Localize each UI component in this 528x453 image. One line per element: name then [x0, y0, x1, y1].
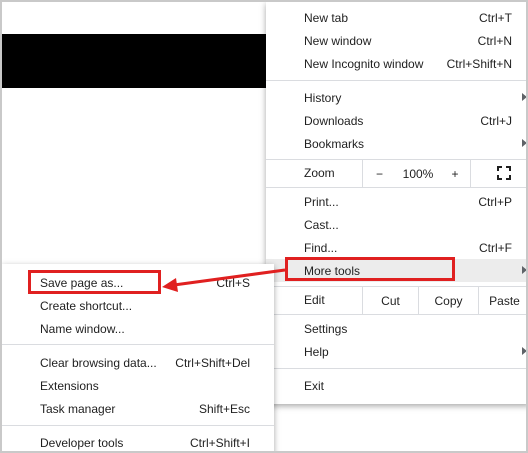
copy-button[interactable]: Copy — [418, 287, 478, 314]
copy-label: Copy — [434, 293, 463, 308]
menu-item-label: Exit — [304, 378, 325, 393]
menu-separator — [266, 187, 526, 188]
menu-item-label: New Incognito window — [304, 56, 424, 71]
fullscreen-icon — [497, 166, 511, 180]
cut-label: Cut — [381, 293, 400, 308]
screenshot-frame: New tab Ctrl+T New window Ctrl+N New Inc… — [0, 0, 528, 453]
menu-item-shortcut: Ctrl+P — [478, 194, 512, 209]
menu-item-new-tab[interactable]: New tab Ctrl+T — [266, 6, 526, 29]
chevron-right-icon — [522, 139, 526, 147]
menu-item-label: Settings — [304, 321, 348, 336]
submenu-item-developer-tools[interactable]: Developer tools Ctrl+Shift+I — [2, 431, 274, 451]
menu-separator — [266, 368, 526, 369]
menu-item-find[interactable]: Find... Ctrl+F — [266, 236, 526, 259]
chevron-right-icon — [522, 266, 526, 274]
menu-item-label: Help — [304, 344, 329, 359]
chrome-main-menu: New tab Ctrl+T New window Ctrl+N New Inc… — [266, 2, 526, 404]
menu-item-label: Find... — [304, 240, 338, 255]
menu-item-label: New tab — [304, 10, 349, 25]
annotation-box-save-page-as — [28, 270, 161, 294]
zoom-level-value: 100% — [402, 166, 434, 181]
zoom-out-label: − — [375, 166, 383, 181]
menu-item-label: Print... — [304, 194, 339, 209]
paste-button[interactable]: Paste — [478, 287, 526, 314]
zoom-in-button[interactable]: + — [440, 160, 470, 187]
menu-item-bookmarks[interactable]: Bookmarks — [266, 132, 526, 155]
menu-item-label: Name window... — [40, 321, 125, 336]
menu-separator — [266, 80, 526, 81]
menu-item-shortcut: Ctrl+J — [480, 113, 512, 128]
edit-row: Edit Cut Copy Paste — [266, 287, 526, 314]
menu-separator — [2, 425, 274, 426]
submenu-item-clear-browsing-data[interactable]: Clear browsing data... Ctrl+Shift+Del — [2, 351, 274, 374]
menu-item-shortcut: Ctrl+Shift+I — [189, 435, 250, 450]
menu-item-shortcut: Shift+Esc — [198, 401, 250, 416]
menu-item-label: Task manager — [40, 401, 116, 416]
menu-item-shortcut: Ctrl+T — [479, 10, 512, 25]
menu-item-new-incognito-window[interactable]: New Incognito window Ctrl+Shift+N — [266, 52, 526, 75]
submenu-item-create-shortcut[interactable]: Create shortcut... — [2, 294, 274, 317]
menu-item-history[interactable]: History — [266, 86, 526, 109]
menu-separator — [2, 344, 274, 345]
menu-item-shortcut: Ctrl+N — [477, 33, 512, 48]
menu-item-shortcut: Ctrl+F — [479, 240, 512, 255]
menu-item-new-window[interactable]: New window Ctrl+N — [266, 29, 526, 52]
menu-item-shortcut: Ctrl+Shift+Del — [175, 355, 250, 370]
menu-item-exit[interactable]: Exit — [266, 374, 526, 397]
chevron-right-icon — [522, 347, 526, 355]
annotation-box-more-tools — [285, 257, 455, 281]
menu-item-print[interactable]: Print... Ctrl+P — [266, 190, 526, 213]
zoom-row: Zoom − 100% + — [266, 160, 526, 187]
edit-label: Edit — [304, 293, 325, 307]
menu-item-label: Bookmarks — [304, 136, 365, 151]
menu-item-help[interactable]: Help — [266, 340, 526, 363]
menu-item-label: History — [304, 90, 342, 105]
menu-item-label: Extensions — [40, 378, 99, 393]
menu-item-label: Cast... — [304, 217, 339, 232]
menu-item-label: Create shortcut... — [40, 298, 133, 313]
paste-label: Paste — [489, 293, 520, 308]
cut-button[interactable]: Cut — [362, 287, 418, 314]
menu-item-label: Downloads — [304, 113, 364, 128]
menu-item-shortcut: Ctrl+Shift+N — [446, 56, 512, 71]
menu-item-downloads[interactable]: Downloads Ctrl+J — [266, 109, 526, 132]
submenu-item-extensions[interactable]: Extensions — [2, 374, 274, 397]
submenu-item-task-manager[interactable]: Task manager Shift+Esc — [2, 397, 274, 420]
menu-item-shortcut: Ctrl+S — [216, 275, 250, 290]
submenu-item-name-window[interactable]: Name window... — [2, 317, 274, 340]
menu-item-label: New window — [304, 33, 372, 48]
zoom-level: 100% — [396, 160, 440, 187]
menu-item-label: Clear browsing data... — [40, 355, 157, 370]
menu-item-cast[interactable]: Cast... — [266, 213, 526, 236]
menu-item-label: Developer tools — [40, 435, 124, 450]
zoom-label: Zoom — [304, 166, 335, 180]
menu-separator — [266, 314, 526, 315]
menu-item-settings[interactable]: Settings — [266, 317, 526, 340]
zoom-out-button[interactable]: − — [362, 160, 396, 187]
zoom-in-label: + — [451, 166, 459, 181]
chevron-right-icon — [522, 93, 526, 101]
